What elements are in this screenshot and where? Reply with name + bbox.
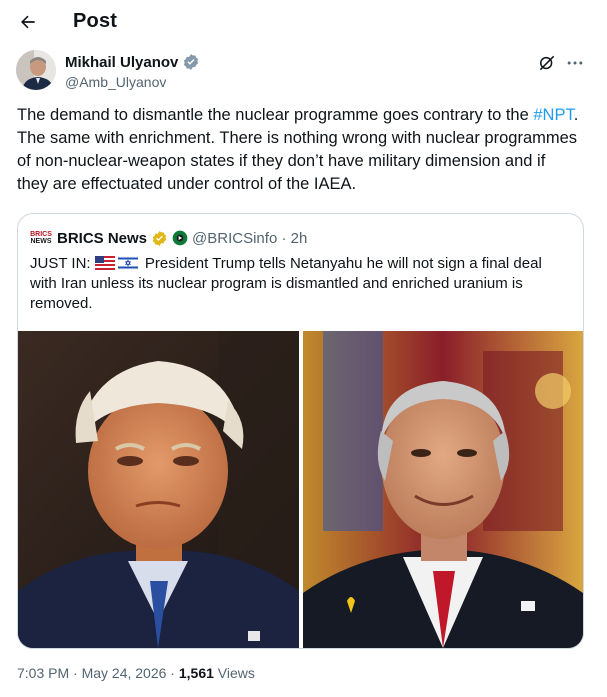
grok-button[interactable] [536, 52, 558, 74]
views-count: 1,561 [178, 665, 214, 681]
quoted-author-name[interactable]: BRICS News [57, 230, 147, 247]
affiliate-badge-icon [172, 230, 188, 246]
brics-logo-text-bottom: NEWS [30, 238, 52, 245]
quoted-handle-time: @BRICSinfo · 2h [192, 229, 308, 247]
post-text: The demand to dismantle the nuclear prog… [17, 104, 579, 196]
page-title: Post [73, 10, 118, 32]
quoted-media [18, 331, 583, 648]
views-label: Views [213, 665, 255, 681]
brics-logo: BRICS NEWS [30, 231, 52, 245]
hashtag-link[interactable]: #NPT [533, 106, 573, 124]
author-row: Mikhail Ulyanov @Amb_Ulyanov [16, 50, 591, 94]
back-button[interactable] [14, 8, 42, 36]
quoted-post-header: BRICS NEWS BRICS News @BRICSinfo · 2h [30, 227, 307, 249]
photo-right[interactable] [302, 331, 584, 648]
post-timestamp[interactable]: 7:03 PM · May 24, 2026 · [17, 665, 179, 681]
author-name-label: Mikhail Ulyanov [65, 53, 179, 71]
quoted-post[interactable]: BRICS NEWS BRICS News @BRICSinfo · 2h JU… [17, 213, 584, 649]
avatar[interactable] [16, 50, 56, 90]
top-bar: Post [0, 0, 607, 44]
verified-badge-icon [182, 53, 200, 71]
more-dots-icon [567, 61, 583, 65]
gold-verified-badge-icon [151, 230, 168, 247]
arrow-left-icon [21, 15, 35, 29]
israel-flag-icon [117, 256, 138, 270]
quoted-post-text: JUST IN: President Trump tells Netanyahu… [30, 254, 570, 314]
grok-icon [539, 55, 555, 71]
us-flag-icon [94, 256, 115, 270]
brics-logo-text-top: BRICS [30, 231, 52, 238]
post-text-part-1: The demand to dismantle the nuclear prog… [17, 106, 534, 124]
quoted-text-prefix: JUST IN: [30, 255, 95, 272]
more-options-button[interactable] [564, 52, 586, 74]
author-handle[interactable]: @Amb_Ulyanov [65, 74, 166, 90]
author-name[interactable]: Mikhail Ulyanov [65, 53, 200, 71]
photo-left[interactable] [18, 331, 299, 648]
post-meta: 7:03 PM · May 24, 2026 · 1,561 Views [17, 665, 255, 681]
